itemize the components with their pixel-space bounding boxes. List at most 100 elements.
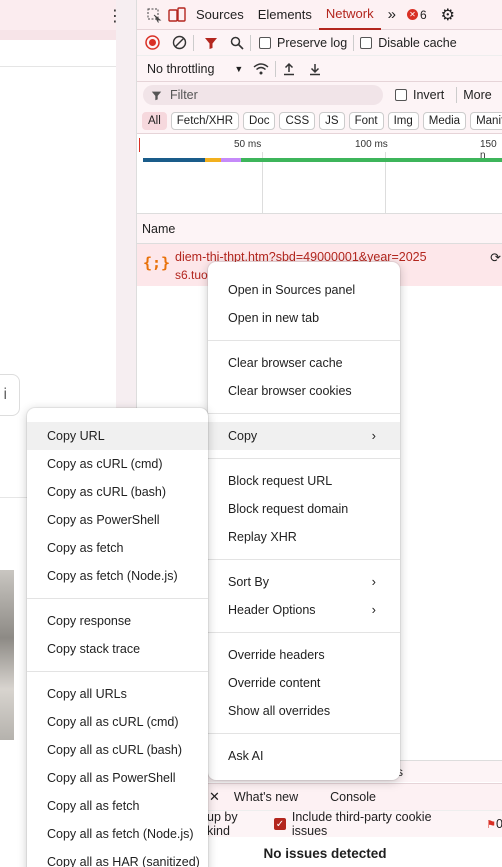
preserve-log-label: Preserve log [277, 35, 348, 50]
menu-block-request-domain[interactable]: Block request domain [208, 495, 400, 523]
copy-response[interactable]: Copy response [27, 607, 208, 635]
inspect-element-icon[interactable] [143, 7, 165, 23]
chip-css[interactable]: CSS [279, 111, 316, 130]
timeline-bar-orange [205, 158, 221, 162]
copy-all-as-fetch[interactable]: Copy all as fetch [27, 792, 208, 820]
devtools-tabbar: ⋮ Sources Elements Network » ✕ 6 ⚙ [107, 0, 502, 30]
tab-network[interactable]: Network [318, 0, 381, 30]
tab-elements[interactable]: Elements [251, 0, 319, 30]
filter-funnel-icon[interactable] [204, 36, 218, 50]
filter-placeholder: Filter [170, 88, 198, 102]
more-filters-button[interactable]: More [463, 88, 491, 102]
network-conditions-wifi-icon[interactable] [253, 62, 269, 76]
third-party-label: Include third-party cookie issues [291, 810, 432, 838]
disable-cache-label: Disable cache [378, 35, 457, 50]
drawer-close-icon[interactable]: ✕ [209, 789, 220, 805]
clear-icon[interactable] [172, 35, 187, 50]
resource-type-chips: All Fetch/XHR Doc CSS JS Font Img Media … [137, 108, 502, 134]
menu-header-options[interactable]: Header Options › [208, 596, 400, 624]
tab-sources[interactable]: Sources [189, 0, 251, 30]
menu-block-request-url[interactable]: Block request URL [208, 467, 400, 495]
error-count-badge[interactable]: ✕ 6 [406, 8, 427, 22]
chip-all[interactable]: All [142, 111, 167, 130]
filter-toolbar: Filter Invert More [137, 82, 502, 108]
chip-js[interactable]: JS [319, 111, 345, 130]
menu-sort-by[interactable]: Sort By › [208, 568, 400, 596]
menu-replay-xhr[interactable]: Replay XHR [208, 523, 400, 551]
copy-url[interactable]: Copy URL [27, 422, 208, 450]
menu-sort-by-label: Sort By [228, 575, 269, 589]
device-toolbar-icon[interactable] [165, 6, 189, 23]
group-by-kind-label[interactable]: up by kind [207, 810, 264, 838]
name-header-label: Name [142, 221, 176, 236]
drawer-tab-whats-new[interactable]: What's new [234, 790, 298, 804]
menu-copy[interactable]: Copy › [208, 422, 400, 450]
name-column-header[interactable]: Name [137, 214, 502, 244]
copy-as-fetch[interactable]: Copy as fetch [27, 534, 208, 562]
xhr-json-icon: {;} [143, 254, 171, 272]
timeline-start-marker [139, 138, 140, 152]
record-icon[interactable] [145, 35, 160, 50]
chip-manifest[interactable]: Manife [470, 111, 502, 130]
menu-clear-browser-cache[interactable]: Clear browser cache [208, 349, 400, 377]
menu-override-content[interactable]: Override content [208, 669, 400, 697]
timeline-bar-green [241, 158, 502, 162]
copy-as-curl-cmd[interactable]: Copy as cURL (cmd) [27, 450, 208, 478]
page-content-panel [0, 40, 116, 332]
export-har-download-icon[interactable] [308, 62, 322, 76]
settings-gear-icon[interactable]: ⚙ [441, 5, 455, 25]
throttling-chevron-down-icon[interactable]: ▼ [234, 64, 243, 74]
menu-ask-ai[interactable]: Ask AI [208, 742, 400, 770]
menu-clear-browser-cookies[interactable]: Clear browser cookies [208, 377, 400, 405]
throttling-select[interactable]: No throttling [147, 62, 214, 76]
copy-stack-trace[interactable]: Copy stack trace [27, 635, 208, 663]
copy-as-powershell[interactable]: Copy as PowerShell [27, 506, 208, 534]
copy-as-fetch-nodejs[interactable]: Copy as fetch (Node.js) [27, 562, 208, 590]
chevron-right-icon: › [371, 574, 376, 589]
search-icon[interactable] [230, 36, 244, 50]
chevron-right-icon: › [371, 602, 376, 617]
menu-copy-label: Copy [228, 429, 258, 443]
copy-all-as-fetch-nodejs[interactable]: Copy all as fetch (Node.js) [27, 820, 208, 848]
invert-box[interactable] [395, 89, 407, 101]
chip-fetch-xhr[interactable]: Fetch/XHR [170, 111, 240, 130]
copy-all-as-har-sanitized[interactable]: Copy all as HAR (sanitized) [27, 848, 208, 867]
disable-cache-box[interactable] [360, 36, 373, 49]
copy-all-urls[interactable]: Copy all URLs [27, 680, 208, 708]
kebab-menu-icon[interactable]: ⋮ [107, 6, 123, 26]
drawer-tab-console[interactable]: Console [330, 790, 376, 804]
copy-all-as-curl-bash[interactable]: Copy all as cURL (bash) [27, 736, 208, 764]
issue-count: 0 [496, 817, 502, 831]
disable-cache-checkbox[interactable]: Disable cache [360, 36, 457, 50]
copy-all-as-powershell[interactable]: Copy all as PowerShell [27, 764, 208, 792]
third-party-checkbox[interactable]: ✓ [273, 818, 286, 830]
menu-show-all-overrides[interactable]: Show all overrides [208, 697, 400, 725]
preserve-log-checkbox[interactable]: Preserve log [259, 36, 347, 50]
request-initiator: s6.tuo [175, 268, 208, 282]
error-icon: ✕ [406, 9, 418, 20]
filter-input[interactable]: Filter [143, 85, 383, 105]
network-toolbar: Preserve log Disable cache [137, 30, 502, 56]
chip-img[interactable]: Img [387, 111, 419, 130]
preserve-log-box[interactable] [259, 36, 271, 49]
chip-font[interactable]: Font [348, 111, 384, 130]
copy-all-as-curl-cmd[interactable]: Copy all as cURL (cmd) [27, 708, 208, 736]
page-partial-button[interactable]: i [0, 374, 20, 416]
import-har-upload-icon[interactable] [282, 62, 296, 76]
request-override-icon[interactable]: ⟳ [490, 250, 501, 266]
network-timeline-overview[interactable]: 50 ms 100 ms 150 n [137, 134, 502, 214]
chip-media[interactable]: Media [422, 111, 467, 130]
invert-checkbox[interactable]: Invert [395, 88, 444, 102]
page-photo [0, 570, 14, 740]
chip-doc[interactable]: Doc [243, 111, 276, 130]
chevron-right-icon: › [371, 428, 376, 443]
menu-override-headers[interactable]: Override headers [208, 641, 400, 669]
page-divider [0, 66, 116, 67]
more-tabs-button[interactable]: » [381, 0, 403, 30]
menu-open-in-new-tab[interactable]: Open in new tab [208, 304, 400, 332]
filter-input-funnel-icon [151, 91, 162, 100]
menu-open-in-sources[interactable]: Open in Sources panel [208, 276, 400, 304]
timeline-tick-50: 50 ms [234, 139, 262, 150]
copy-as-curl-bash[interactable]: Copy as cURL (bash) [27, 478, 208, 506]
copy-submenu: Copy URL Copy as cURL (cmd) Copy as cURL… [27, 408, 208, 867]
